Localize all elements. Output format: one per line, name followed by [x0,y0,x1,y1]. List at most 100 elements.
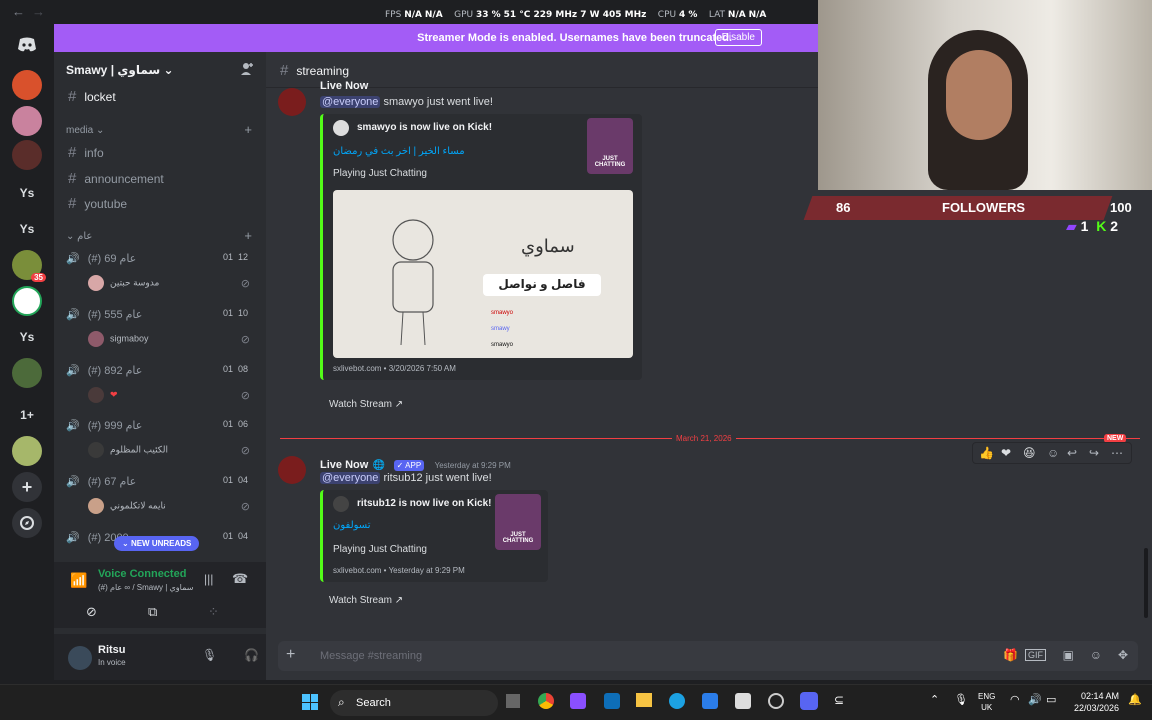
voice-user-name: الكئيب المظلوم [110,444,169,455]
voice-user[interactable]: الكئيب المظلوم ⊘ [88,442,258,458]
category-arabic[interactable]: ⌄ عام [66,231,92,242]
channel-locket[interactable]: # locket [68,88,116,105]
server-ys-2[interactable]: Ys [12,214,42,244]
mention-everyone[interactable]: @everyone [320,96,381,108]
avatar[interactable] [278,88,306,116]
chevron-up-icon[interactable]: ⌃ [930,693,939,706]
volume-icon[interactable]: 🔊 [1028,693,1042,706]
message-input[interactable]: + Message #streaming 🎁 GIF ▣ ☺ ✥ [278,641,1138,671]
sticker-icon[interactable]: ▣ [1063,648,1074,662]
server-name[interactable]: Smawy | سماوي ⌄ [66,63,174,77]
language-indicator[interactable]: ENG UK [978,691,995,713]
server-ys-3[interactable]: Ys [12,322,42,352]
thumbs-up-icon[interactable]: 👍 [979,446,994,460]
mention-everyone[interactable]: @everyone [320,472,381,484]
gift-icon[interactable]: 🎁 [1003,648,1018,662]
server-icon[interactable] [12,106,42,136]
server-icon[interactable] [12,70,42,100]
mic-icon[interactable]: 🎙 [202,648,217,662]
file-explorer-icon[interactable] [636,693,652,707]
disable-streamer-button[interactable]: Disable [714,29,762,46]
taskbar-search[interactable]: ⌕ Search [330,690,498,716]
avatar[interactable] [68,646,92,670]
activities-icon[interactable]: ⁘ [208,604,219,620]
voice-user[interactable]: نايمه لاتكلموني ⊘ [88,498,258,514]
store-icon[interactable] [735,693,751,709]
user-limit: 06 [237,419,248,429]
author-name[interactable]: Live Now [320,80,368,92]
server-icon[interactable] [12,358,42,388]
invite-people-icon[interactable] [240,62,254,79]
disconnect-icon[interactable]: ☎ [232,571,248,587]
app-icon[interactable] [604,693,620,709]
voice-channel-path[interactable]: (#) عام ∞ / Smawy | سماوي [98,583,193,592]
avatar[interactable] [278,456,306,484]
headphones-icon[interactable]: 🎧 [244,648,259,662]
server-icon[interactable] [12,140,42,170]
category-media[interactable]: media ⌄ [66,125,104,136]
voice-channel[interactable]: 🔊 (#) عام 892 01 08 [66,364,256,377]
create-channel-icon[interactable]: + [244,122,252,137]
author-name[interactable]: Live Now [320,459,368,471]
server-icon[interactable]: 35 [12,250,46,282]
speaker-icon: 🔊 [66,532,80,544]
discord-taskbar-icon[interactable] [800,692,818,710]
windows-start-icon[interactable] [302,694,318,710]
camera-off-icon[interactable]: ⊘ [86,604,97,620]
voice-user[interactable]: مدوسة حبتين ⊘ [88,275,258,291]
voice-channel[interactable]: 🔊 (#) عام 999 01 06 [66,419,256,432]
voice-channel[interactable]: 🔊 (#) عام 67 01 04 [66,475,256,488]
back-button[interactable]: ← [12,4,25,19]
new-unreads-button[interactable]: ⌄ NEW UNREADS [114,536,200,551]
discord-home-icon[interactable] [12,30,42,60]
explore-icon[interactable] [12,508,42,538]
app-icon[interactable]: ⊆ [834,693,844,707]
voice-channel[interactable]: 🔊 (#) عام 69 01 12 [66,252,256,265]
emoji-icon[interactable]: ☺ [1090,648,1102,662]
clock[interactable]: 02:14 AM 22/03/2026 [1074,690,1119,714]
voice-user[interactable]: ❤ ⊘ [88,387,258,403]
battery-icon[interactable]: ▭ [1046,693,1056,706]
add-reaction-icon[interactable]: ☺ [1047,446,1059,460]
add-server-icon[interactable]: + [12,472,42,502]
voice-user[interactable]: sigmaboy ⊘ [88,331,258,347]
create-channel-icon[interactable]: + [244,228,252,243]
forward-button[interactable]: → [32,4,45,19]
chrome-icon[interactable] [538,693,554,709]
screen-share-icon[interactable]: ⧉ [148,604,157,620]
app-icon[interactable] [570,693,586,709]
embed-title[interactable]: تسولفون [333,520,371,531]
embed-thumbnail[interactable]: JUST CHATTING [587,118,633,174]
signal-icon: 📶 [70,572,88,588]
wifi-icon[interactable]: ◠ [1010,693,1020,706]
embed-thumbnail[interactable]: JUST CHATTING [495,494,541,550]
heart-icon[interactable]: ❤ [1001,446,1011,460]
channel-info[interactable]: # info [68,144,104,161]
noise-suppression-icon[interactable]: ||| [204,572,213,586]
app-icon[interactable] [768,693,784,709]
app-icon[interactable] [702,693,718,709]
server-icon-active[interactable] [12,286,42,316]
apps-icon[interactable]: ✥ [1118,648,1128,662]
embed-image[interactable]: سماوي فاصل و نواصل smawyo smawy smawyo [333,190,633,358]
watch-stream-button[interactable]: Watch Stream ↗ [329,595,403,606]
task-view-icon[interactable] [506,694,520,708]
embed-title[interactable]: مساء الخير | اخر بث في رمضان [333,146,465,157]
forward-icon[interactable]: ↪ [1089,446,1099,460]
server-ys-1[interactable]: Ys [12,178,42,208]
more-icon[interactable]: ⋯ [1111,446,1123,460]
server-icon[interactable] [12,436,42,466]
gif-icon[interactable]: GIF [1025,649,1046,661]
notification-icon[interactable]: 🔔 [1128,693,1142,706]
mic-icon[interactable]: 🎙 [954,693,968,706]
add-attachment-icon[interactable]: + [286,646,295,664]
laugh-icon[interactable]: 😆 [1023,446,1036,460]
reply-icon[interactable]: ↩ [1067,446,1077,460]
channel-youtube[interactable]: # youtube [68,195,127,212]
watch-stream-button[interactable]: Watch Stream ↗ [329,399,403,410]
channel-announcement[interactable]: # announcement [68,170,164,187]
server-plus-one[interactable]: 1+ [12,400,42,430]
voice-channel[interactable]: 🔊 (#) عام 555 01 10 [66,308,256,321]
edge-icon[interactable] [669,693,685,709]
scrollbar[interactable] [1144,548,1148,618]
